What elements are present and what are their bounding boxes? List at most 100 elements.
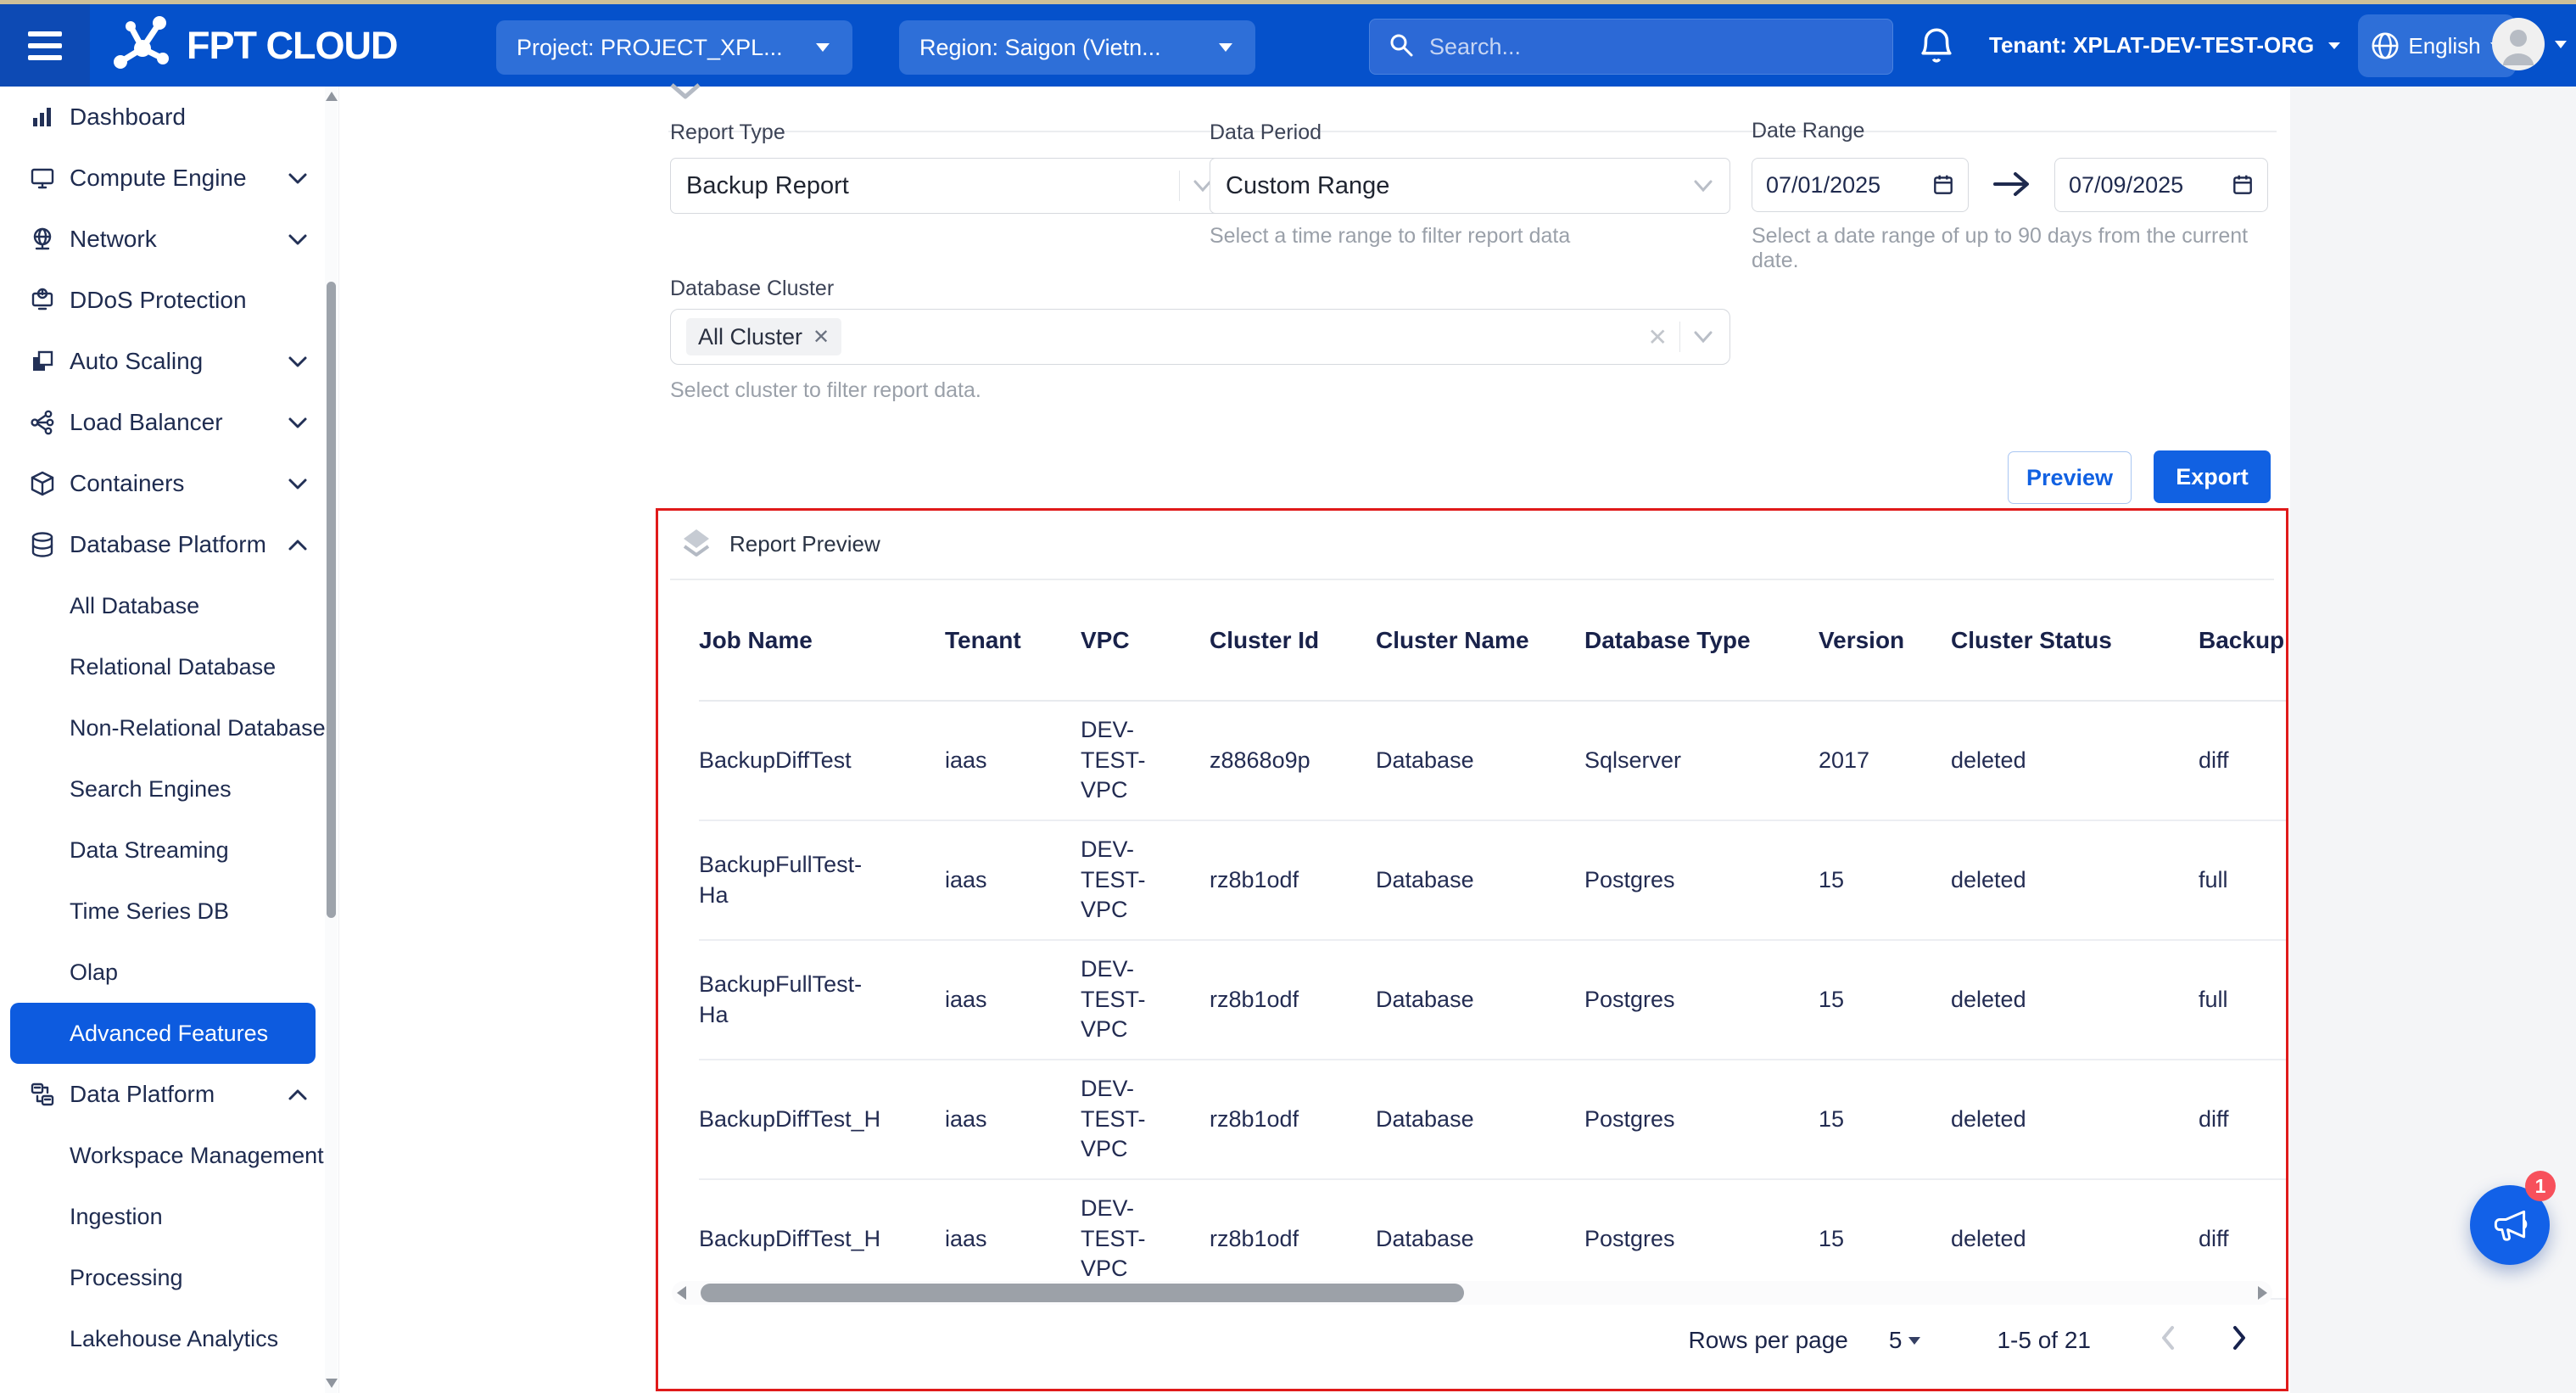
table-cell: diff [2199, 746, 2286, 776]
sidebar-scrollbar[interactable] [325, 87, 338, 1393]
sidebar-item-non-relational-database[interactable]: Non-Relational Database [0, 697, 326, 758]
horizontal-scrollbar[interactable] [672, 1281, 2272, 1305]
project-selector[interactable]: Project: PROJECT_XPL... [496, 20, 852, 75]
rows-per-page-select[interactable]: 5 [1889, 1327, 1923, 1354]
brand-logo[interactable]: FPT CLOUD [109, 4, 397, 87]
report-table: Job NameTenantVPCCluster IdCluster NameD… [699, 580, 2286, 1300]
sidebar-item-search-engines[interactable]: Search Engines [0, 758, 326, 820]
column-header: Database Type [1584, 627, 1819, 654]
bell-icon [1915, 25, 1958, 67]
sidebar-item-load-balancer[interactable]: Load Balancer [0, 392, 326, 453]
table-cell: rz8b1odf [1210, 985, 1376, 1015]
sidebar-item-ingestion[interactable]: Ingestion [0, 1186, 326, 1247]
sidebar-item-olap[interactable]: Olap [0, 942, 326, 1003]
globe-icon [2369, 30, 2401, 62]
column-header: Job Name [699, 627, 945, 654]
report-type-select[interactable]: Backup Report [670, 158, 1230, 214]
network-icon [24, 225, 61, 254]
table-cell: full [2199, 985, 2286, 1015]
data-period-select[interactable]: Custom Range [1210, 158, 1730, 214]
region-selector[interactable]: Region: Saigon (Vietn... [899, 20, 1255, 75]
search-input[interactable] [1429, 34, 1836, 60]
table-cell: DEV-TEST-VPC [1081, 1074, 1210, 1165]
pagination-range: 1-5 of 21 [1997, 1327, 2091, 1354]
table-cell: 2017 [1819, 746, 1951, 776]
table-header-row: Job NameTenantVPCCluster IdCluster NameD… [699, 580, 2286, 702]
main-content: Report Type Data Period Date Range Backu… [339, 87, 2290, 1393]
scroll-right-arrow-icon[interactable] [2258, 1286, 2267, 1300]
sidebar-item-database-platform[interactable]: Database Platform [0, 514, 326, 575]
scroll-left-arrow-icon[interactable] [677, 1286, 686, 1300]
top-navbar: FPT CLOUD Project: PROJECT_XPL... Region… [0, 4, 2576, 87]
sidebar-item-data-streaming[interactable]: Data Streaming [0, 820, 326, 881]
sidebar-item-label: Compute Engine [70, 165, 247, 192]
caret-down-icon [813, 41, 832, 54]
sidebar-item-containers[interactable]: Containers [0, 453, 326, 514]
ddos-icon [24, 286, 61, 315]
sidebar-item-lakehouse-analytics[interactable]: Lakehouse Analytics [0, 1308, 326, 1369]
sidebar-item-compute-engine[interactable]: Compute Engine [0, 148, 326, 209]
sidebar-item-all-database[interactable]: All Database [0, 575, 326, 636]
table-body: BackupDiffTestiaasDEV-TEST-VPCz8868o9pDa… [699, 702, 2286, 1300]
table-row: BackupDiffTest_HiaasDEV-TEST-VPCrz8b1odf… [699, 1060, 2286, 1180]
table-cell: iaas [945, 746, 1081, 776]
caret-down-icon [2326, 40, 2343, 52]
database-icon [24, 530, 61, 559]
column-header: Cluster Name [1376, 627, 1584, 654]
scroll-down-arrow-icon[interactable] [326, 1379, 338, 1388]
layers-icon [679, 526, 714, 562]
column-header: Tenant [945, 627, 1081, 654]
database-cluster-select[interactable]: All Cluster ✕ ✕ [670, 309, 1730, 365]
column-header: VPC [1081, 627, 1210, 654]
sidebar-item-workspace-management[interactable]: Workspace Management [0, 1125, 326, 1186]
sidebar-item-label: DDoS Protection [70, 287, 247, 314]
table-cell: diff [2199, 1105, 2286, 1135]
column-header: Version [1819, 627, 1951, 654]
cluster-chip-label: All Cluster [698, 324, 802, 350]
sidebar-item-network[interactable]: Network [0, 209, 326, 270]
chip-remove-icon[interactable]: ✕ [813, 325, 830, 350]
sidebar-item-label: All Database [70, 593, 199, 619]
previous-page-button[interactable] [2157, 1323, 2179, 1359]
sidebar-scrollbar-thumb[interactable] [327, 282, 336, 918]
tenant-selector[interactable]: Tenant: XPLAT-DEV-TEST-ORG [1989, 4, 2343, 87]
date-start-input[interactable]: 07/01/2025 [1752, 158, 1969, 212]
hamburger-menu-button[interactable] [0, 4, 90, 87]
sidebar-item-data-platform[interactable]: Data Platform [0, 1064, 326, 1125]
report-preview-header: Report Preview [679, 526, 880, 562]
horizontal-scrollbar-thumb[interactable] [701, 1284, 1464, 1302]
clear-all-icon[interactable]: ✕ [1648, 323, 1668, 351]
table-cell: BackupDiffTest_H [699, 1224, 945, 1255]
tenant-label: Tenant: XPLAT-DEV-TEST-ORG [1989, 32, 2314, 59]
export-button[interactable]: Export [2154, 450, 2271, 503]
sidebar-item-label: Non-Relational Database [70, 715, 326, 741]
compute-icon [24, 164, 61, 193]
rows-per-page-label: Rows per page [1689, 1327, 1848, 1354]
sidebar-item-dashboard[interactable]: Dashboard [0, 87, 326, 148]
sidebar-item-advanced-features[interactable]: Advanced Features [10, 1003, 316, 1064]
global-search[interactable] [1369, 19, 1893, 75]
select-divider [1679, 322, 1680, 352]
sidebar-item-time-series-db[interactable]: Time Series DB [0, 881, 326, 942]
next-page-button[interactable] [2228, 1323, 2250, 1359]
sidebar-item-auto-scaling[interactable]: Auto Scaling [0, 331, 326, 392]
containers-icon [24, 469, 61, 498]
sidebar-item-processing[interactable]: Processing [0, 1247, 326, 1308]
notifications-button[interactable] [1915, 25, 1958, 67]
table-cell: deleted [1951, 1105, 2199, 1135]
user-menu[interactable] [2492, 18, 2568, 70]
table-row: BackupFullTest-HaiaasDEV-TEST-VPCrz8b1od… [699, 821, 2286, 941]
preview-button[interactable]: Preview [2008, 451, 2132, 504]
report-preview-title: Report Preview [729, 531, 880, 557]
sidebar-item-ddos-protection[interactable]: DDoS Protection [0, 270, 326, 331]
table-cell: Postgres [1584, 985, 1819, 1015]
avatar [2492, 18, 2545, 70]
rows-per-page-value: 5 [1889, 1327, 1903, 1354]
chevron-down-icon [1692, 329, 1714, 344]
scroll-up-arrow-icon[interactable] [326, 92, 338, 101]
cluster-chip: All Cluster ✕ [686, 318, 841, 355]
table-cell: iaas [945, 985, 1081, 1015]
date-end-input[interactable]: 07/09/2025 [2054, 158, 2268, 212]
table-cell: 15 [1819, 985, 1951, 1015]
sidebar-item-relational-database[interactable]: Relational Database [0, 636, 326, 697]
